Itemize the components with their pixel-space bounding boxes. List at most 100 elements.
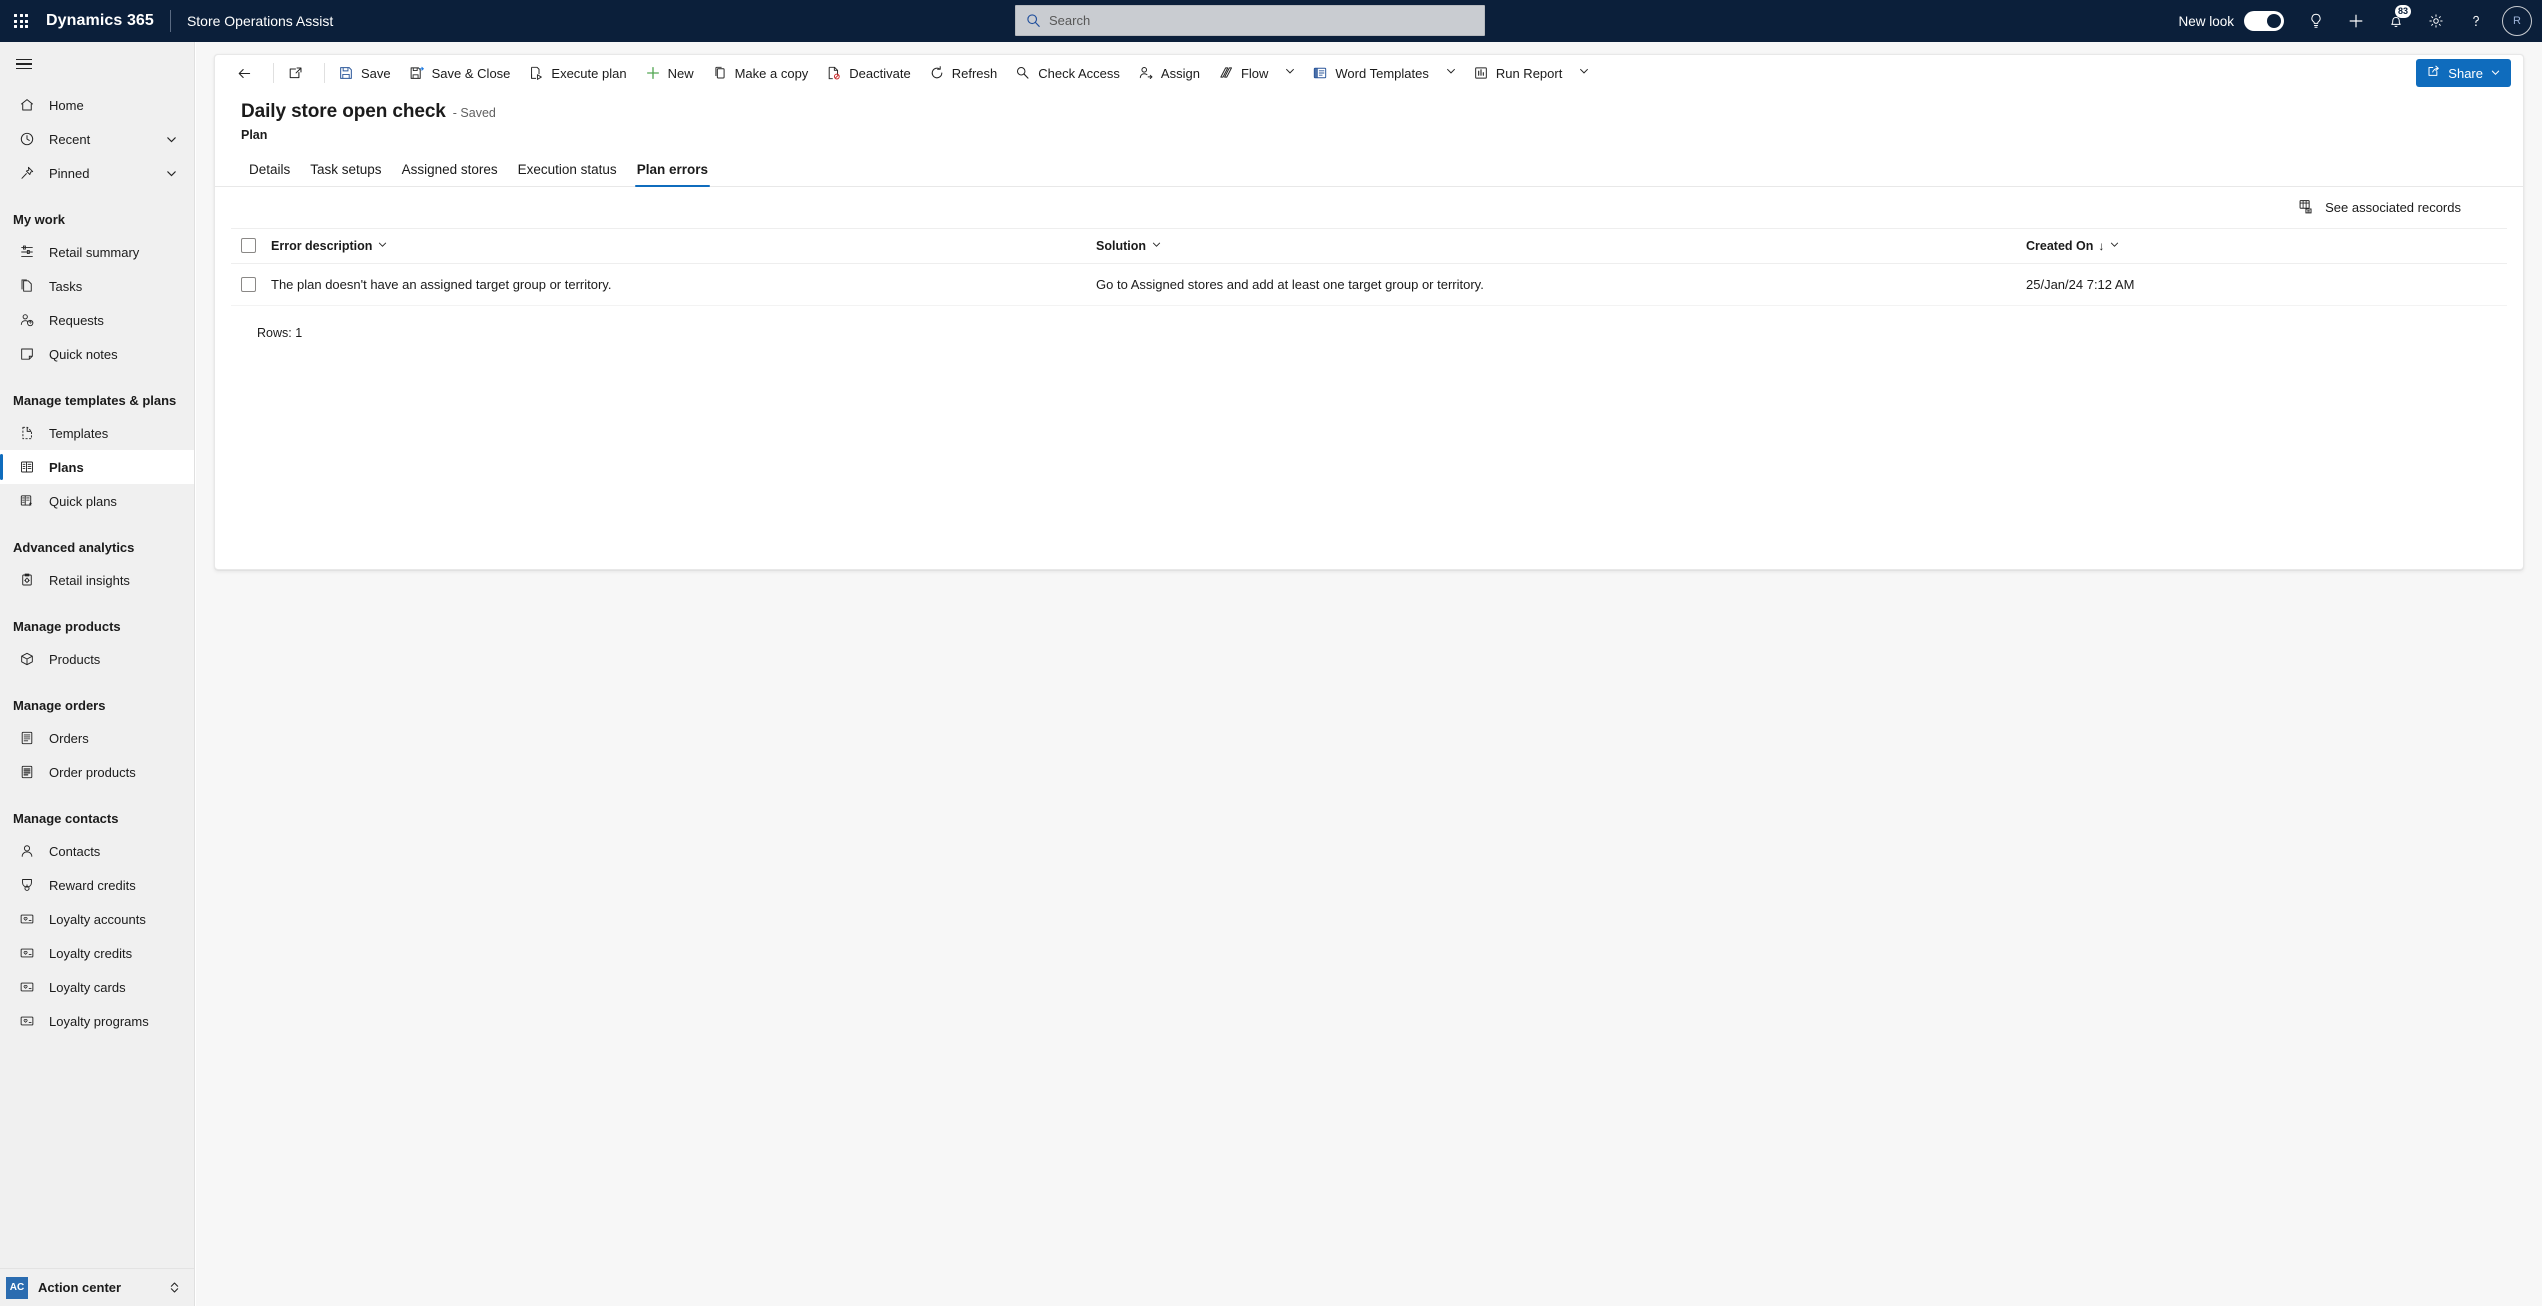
sidebar-item-label: Orders xyxy=(49,730,89,746)
search-icon xyxy=(1026,13,1041,28)
word-templates-chevron-button[interactable] xyxy=(1438,58,1464,88)
check-access-button[interactable]: Check Access xyxy=(1006,58,1129,88)
sidebar-item-loyalty-credits[interactable]: Loyalty credits xyxy=(0,936,194,970)
sidebar-item-plans[interactable]: Plans xyxy=(0,450,194,484)
assign-button[interactable]: Assign xyxy=(1129,58,1209,88)
see-associated-records-button[interactable]: See associated records xyxy=(2292,194,2467,222)
lightbulb-button[interactable] xyxy=(2296,0,2336,42)
app-name: Store Operations Assist xyxy=(186,13,334,29)
sidebar-item-recent[interactable]: Recent xyxy=(0,122,194,156)
sidebar-item-order-products[interactable]: Order products xyxy=(0,755,194,789)
sidebar-item-label: Loyalty cards xyxy=(49,979,126,995)
tab-assigned-stores[interactable]: Assigned stores xyxy=(392,156,508,186)
check-access-icon xyxy=(1015,65,1031,81)
user-avatar[interactable]: R xyxy=(2502,6,2532,36)
quick-create-button[interactable] xyxy=(2336,0,2376,42)
sidebar-item-home[interactable]: Home xyxy=(0,88,194,122)
column-header-error-description[interactable]: Error description xyxy=(271,229,1096,264)
command-label: Check Access xyxy=(1038,65,1120,81)
word-templates-button[interactable]: Word Templates xyxy=(1303,58,1437,88)
template-icon xyxy=(18,424,36,442)
sidebar-item-requests[interactable]: Requests xyxy=(0,303,194,337)
chevron-down-icon[interactable] xyxy=(2109,239,2120,253)
sidebar-item-orders[interactable]: Orders xyxy=(0,721,194,755)
sidebar-item-label: Quick notes xyxy=(49,346,118,362)
run-report-button[interactable]: Run Report xyxy=(1464,58,1571,88)
execute-plan-button[interactable]: Execute plan xyxy=(519,58,635,88)
save-status: - Saved xyxy=(452,106,496,120)
sidebar-item-loyalty-programs[interactable]: Loyalty programs xyxy=(0,1004,194,1038)
table-row[interactable]: The plan doesn't have an assigned target… xyxy=(231,263,2507,306)
sidebar-item-label: Requests xyxy=(49,312,104,328)
action-center-button[interactable]: AC Action center xyxy=(0,1268,194,1306)
save-and-close-button[interactable]: Save & Close xyxy=(400,58,520,88)
new-button[interactable]: New xyxy=(636,58,703,88)
sidebar-item-products[interactable]: Products xyxy=(0,642,194,676)
share-button[interactable]: Share xyxy=(2416,59,2511,87)
row-count-label: Rows: 1 xyxy=(257,325,303,340)
new-look-toggle[interactable]: New look xyxy=(2178,11,2284,31)
app-launcher-button[interactable] xyxy=(0,0,42,42)
chevron-down-icon[interactable] xyxy=(165,133,178,146)
plus-icon xyxy=(645,65,661,81)
sidebar-item-loyalty-accounts[interactable]: Loyalty accounts xyxy=(0,902,194,936)
flow-chevron-button[interactable] xyxy=(1277,58,1303,88)
back-arrow-icon xyxy=(236,65,253,82)
notification-count-badge: 83 xyxy=(2395,5,2411,18)
sidebar-item-reward-credits[interactable]: Reward credits xyxy=(0,868,194,902)
column-label: Created On xyxy=(2026,238,2094,253)
sidebar-item-contacts[interactable]: Contacts xyxy=(0,834,194,868)
sidebar-item-label: Recent xyxy=(49,131,91,147)
tab-plan-errors[interactable]: Plan errors xyxy=(627,156,718,187)
tab-execution-status[interactable]: Execution status xyxy=(508,156,627,186)
refresh-button[interactable]: Refresh xyxy=(920,58,1007,88)
search-input[interactable] xyxy=(1049,13,1474,28)
sidebar-group-templates-plans: Templates Plans Quick plans xyxy=(0,416,194,518)
command-label: Flow xyxy=(1240,65,1269,81)
sidebar-item-label: Loyalty programs xyxy=(49,1013,149,1029)
column-header-solution[interactable]: Solution xyxy=(1096,229,2026,264)
note-icon xyxy=(18,345,36,363)
chevron-down-icon[interactable] xyxy=(377,239,388,253)
sidebar-item-label: Templates xyxy=(49,425,109,441)
notifications-button[interactable]: 83 xyxy=(2376,0,2416,42)
sidebar-item-label: Quick plans xyxy=(49,493,117,509)
sidebar-item-templates[interactable]: Templates xyxy=(0,416,194,450)
select-all-checkbox[interactable] xyxy=(241,238,256,254)
expand-collapse-icon[interactable] xyxy=(168,1281,181,1294)
tab-task-setups[interactable]: Task setups xyxy=(300,156,391,186)
sidebar-item-quick-plans[interactable]: Quick plans xyxy=(0,484,194,518)
chevron-down-icon[interactable] xyxy=(1151,239,1162,253)
chevron-down-icon[interactable] xyxy=(165,167,178,180)
toggle-switch-icon[interactable] xyxy=(2244,11,2284,31)
flow-button[interactable]: Flow xyxy=(1209,58,1277,88)
help-button[interactable] xyxy=(2456,0,2496,42)
sidebar-item-retail-summary[interactable]: Retail summary xyxy=(0,235,194,269)
sidebar-item-retail-insights[interactable]: Retail insights xyxy=(0,563,194,597)
sidebar-group-orders: Orders Order products xyxy=(0,721,194,789)
tab-details[interactable]: Details xyxy=(239,156,300,186)
plan-errors-table: Error description Solution Created On ↓ … xyxy=(231,229,2507,306)
command-label: Word Templates xyxy=(1335,65,1429,81)
sidebar-item-tasks[interactable]: Tasks xyxy=(0,269,194,303)
open-in-new-window-button[interactable] xyxy=(278,58,320,88)
settings-button[interactable] xyxy=(2416,0,2456,42)
sidebar-item-pinned[interactable]: Pinned xyxy=(0,156,194,190)
back-button[interactable] xyxy=(227,58,269,88)
deactivate-button[interactable]: Deactivate xyxy=(817,58,919,88)
sidebar-collapse-button[interactable] xyxy=(0,44,48,84)
sidebar-group-my-work: Retail summary Tasks Requests Quick note… xyxy=(0,235,194,371)
save-button[interactable]: Save xyxy=(329,58,400,88)
cell-created-on: 25/Jan/24 7:12 AM xyxy=(2026,263,2507,306)
global-search[interactable] xyxy=(1015,5,1485,36)
run-report-chevron-button[interactable] xyxy=(1571,58,1597,88)
sidebar-item-label: Home xyxy=(49,97,84,113)
sidebar-item-loyalty-cards[interactable]: Loyalty cards xyxy=(0,970,194,1004)
plan-errors-grid: Error description Solution Created On ↓ … xyxy=(231,229,2507,340)
brand-title[interactable]: Dynamics 365 xyxy=(46,12,154,30)
sidebar-item-quick-notes[interactable]: Quick notes xyxy=(0,337,194,371)
row-checkbox[interactable] xyxy=(241,276,256,292)
run-report-icon xyxy=(1473,65,1489,81)
column-header-created-on[interactable]: Created On ↓ xyxy=(2026,229,2507,264)
make-a-copy-button[interactable]: Make a copy xyxy=(703,58,818,88)
